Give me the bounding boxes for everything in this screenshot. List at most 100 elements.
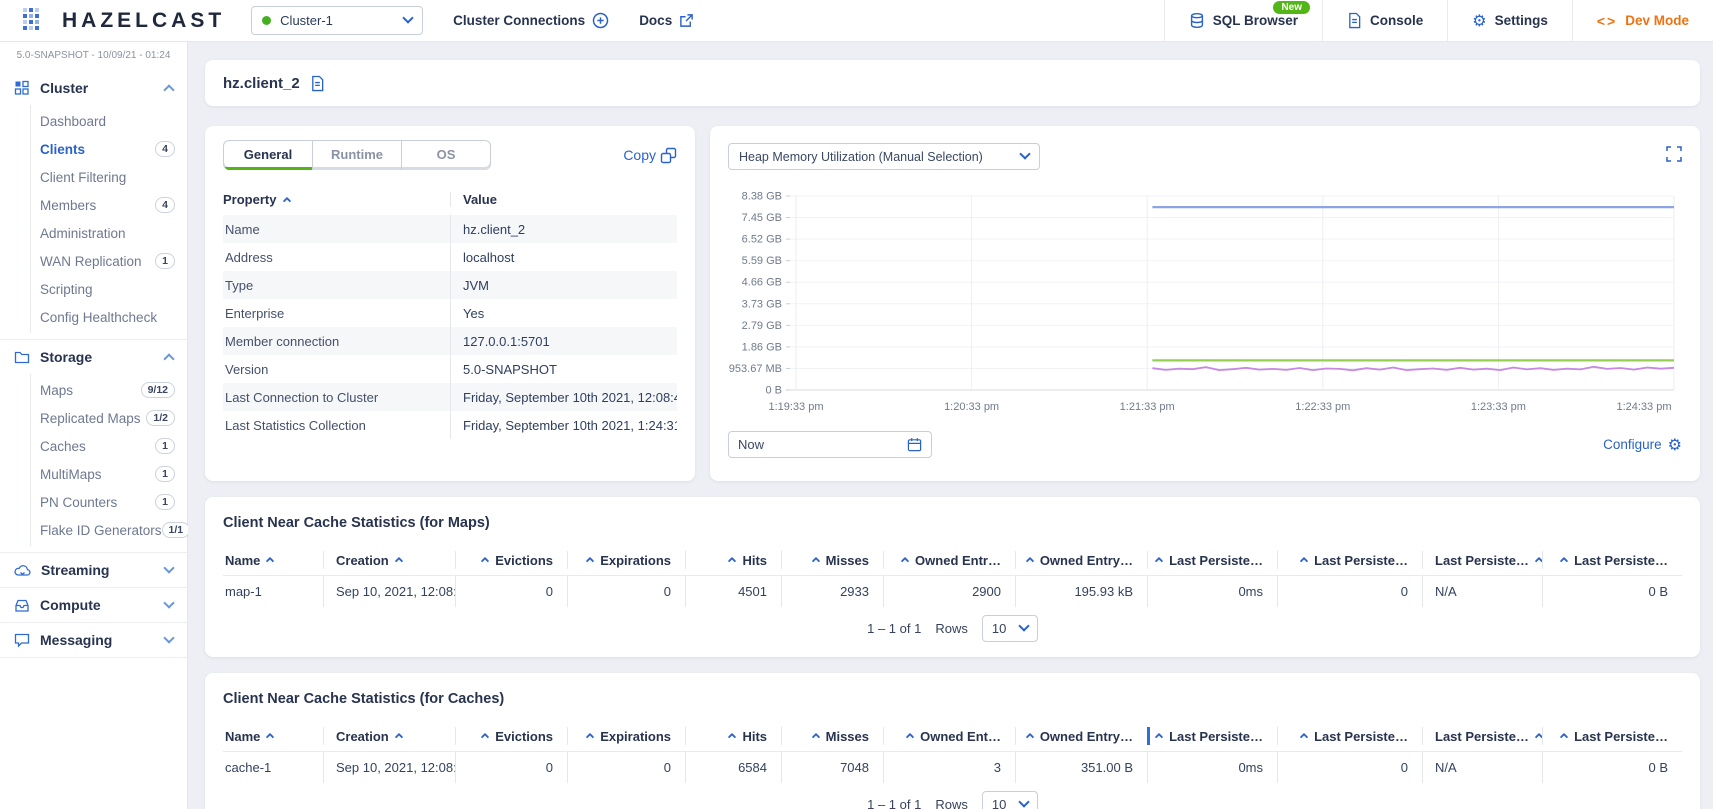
svg-text:0 B: 0 B bbox=[765, 385, 782, 397]
count-badge: 4 bbox=[155, 141, 175, 157]
rows-per-page-select[interactable]: 10 bbox=[982, 791, 1038, 809]
sidebar-item-client-filtering[interactable]: Client Filtering bbox=[31, 163, 187, 191]
chevron-down-icon bbox=[163, 562, 174, 573]
cluster-select-dropdown[interactable]: Cluster-1 bbox=[251, 6, 423, 35]
sidebar-section-streaming-header[interactable]: Streaming bbox=[0, 553, 187, 587]
column-header-last-persistence-1[interactable]: Last Persiste… bbox=[1147, 551, 1277, 569]
sidebar-section-messaging-header[interactable]: Messaging bbox=[0, 623, 187, 657]
sort-asc-icon bbox=[728, 733, 736, 741]
copy-button[interactable]: Copy bbox=[623, 147, 677, 164]
configure-button[interactable]: Configure ⚙ bbox=[1603, 437, 1682, 453]
sidebar-item-administration[interactable]: Administration bbox=[31, 219, 187, 247]
column-header-creation[interactable]: Creation bbox=[323, 551, 455, 569]
topbar-actions: New SQL Browser Console ⚙ Settings <> De… bbox=[1164, 0, 1713, 41]
column-header-last-persistence-2[interactable]: Last Persiste… bbox=[1277, 727, 1422, 745]
column-header-name[interactable]: Name bbox=[223, 727, 323, 745]
sort-asc-icon bbox=[283, 196, 291, 204]
sort-asc-icon bbox=[1155, 733, 1163, 741]
folder-icon bbox=[14, 349, 30, 365]
plus-circle-icon bbox=[592, 12, 609, 29]
dev-mode-button[interactable]: <> Dev Mode bbox=[1572, 0, 1713, 41]
table-row[interactable]: cache-1 Sep 10, 2021, 12:08:46 0 0 6584 … bbox=[223, 751, 1682, 783]
pagination-range: 1 – 1 of 1 bbox=[867, 621, 921, 636]
column-header-last-persistence-1[interactable]: Last Persiste… bbox=[1147, 727, 1277, 745]
sort-asc-icon bbox=[906, 733, 914, 741]
section-label: Cluster bbox=[40, 80, 155, 96]
column-header-owned-entry-count[interactable]: Owned Entr… bbox=[883, 551, 1015, 569]
sidebar-section-cluster-header[interactable]: Cluster bbox=[0, 71, 187, 105]
column-header-creation[interactable]: Creation bbox=[323, 727, 455, 745]
near-cache-maps-panel: Client Near Cache Statistics (for Maps) … bbox=[205, 497, 1700, 657]
column-header-property[interactable]: Property bbox=[223, 192, 450, 207]
column-header-name[interactable]: Name bbox=[223, 551, 323, 569]
sidebar-item-members[interactable]: Members4 bbox=[31, 191, 187, 219]
sort-asc-icon bbox=[481, 557, 489, 565]
metric-select-dropdown[interactable]: Heap Memory Utilization (Manual Selectio… bbox=[728, 143, 1040, 170]
column-header-evictions[interactable]: Evictions bbox=[455, 551, 567, 569]
column-header-last-persistence-3[interactable]: Last Persiste… bbox=[1422, 727, 1542, 745]
metric-select-value: Heap Memory Utilization (Manual Selectio… bbox=[739, 150, 1021, 164]
chevron-down-icon bbox=[1018, 796, 1029, 807]
sidebar-item-flake-id-generators[interactable]: Flake ID Generators1/1 bbox=[31, 516, 187, 544]
sort-asc-icon bbox=[266, 733, 274, 741]
table-row: Last Connection to ClusterFriday, Septem… bbox=[223, 383, 677, 411]
sidebar-item-wan-replication[interactable]: WAN Replication1 bbox=[31, 247, 187, 275]
settings-button[interactable]: ⚙ Settings bbox=[1447, 0, 1572, 41]
svg-text:2.79 GB: 2.79 GB bbox=[742, 320, 782, 332]
page-title-panel: hz.client_2 bbox=[205, 60, 1700, 106]
table-row: Addresslocalhost bbox=[223, 243, 677, 271]
hazelcast-logo: HAZELCAST bbox=[0, 0, 251, 41]
docs-link[interactable]: Docs bbox=[639, 0, 694, 41]
sidebar-item-replicated-maps[interactable]: Replicated Maps1/2 bbox=[31, 404, 187, 432]
rows-per-page-select[interactable]: 10 bbox=[982, 615, 1038, 642]
count-badge: 1/2 bbox=[146, 410, 175, 426]
sidebar-item-pn-counters[interactable]: PN Counters1 bbox=[31, 488, 187, 516]
table-header-row: Name Creation Evictions Expirations Hits… bbox=[223, 545, 1682, 575]
column-header-last-persistence-4[interactable]: Last Persiste… bbox=[1542, 727, 1682, 745]
column-header-misses[interactable]: Misses bbox=[781, 727, 883, 745]
time-range-input[interactable]: Now bbox=[728, 431, 932, 458]
column-header-owned-entry-memory[interactable]: Owned Entry… bbox=[1015, 727, 1147, 745]
sort-asc-icon bbox=[1026, 557, 1034, 565]
column-header-last-persistence-2[interactable]: Last Persiste… bbox=[1277, 551, 1422, 569]
column-header-last-persistence-3[interactable]: Last Persiste… bbox=[1422, 551, 1542, 569]
chevron-up-icon bbox=[163, 353, 174, 364]
panel-title: Client Near Cache Statistics (for Maps) bbox=[223, 511, 1682, 531]
sidebar-item-maps[interactable]: Maps9/12 bbox=[31, 376, 187, 404]
code-brackets-icon: <> bbox=[1597, 13, 1617, 29]
column-header-hits[interactable]: Hits bbox=[685, 727, 781, 745]
heap-chart-panel: Heap Memory Utilization (Manual Selectio… bbox=[710, 126, 1700, 481]
sidebar-item-scripting[interactable]: Scripting bbox=[31, 275, 187, 303]
sidebar-item-caches[interactable]: Caches1 bbox=[31, 432, 187, 460]
console-button[interactable]: Console bbox=[1322, 0, 1447, 41]
column-header-expirations[interactable]: Expirations bbox=[567, 551, 685, 569]
sidebar-item-multimaps[interactable]: MultiMaps1 bbox=[31, 460, 187, 488]
sidebar-item-clients[interactable]: Clients4 bbox=[31, 135, 187, 163]
sql-browser-button[interactable]: New SQL Browser bbox=[1164, 0, 1322, 41]
fullscreen-button[interactable] bbox=[1666, 146, 1682, 162]
column-header-evictions[interactable]: Evictions bbox=[455, 727, 567, 745]
sidebar: 5.0-SNAPSHOT - 10/09/21 - 01:24 Cluster … bbox=[0, 42, 188, 809]
tab-runtime[interactable]: Runtime bbox=[312, 141, 401, 170]
pagination-range: 1 – 1 of 1 bbox=[867, 797, 921, 809]
tab-os[interactable]: OS bbox=[401, 141, 490, 170]
sql-browser-label: SQL Browser bbox=[1213, 13, 1298, 28]
column-header-last-persistence-4[interactable]: Last Persiste… bbox=[1542, 551, 1682, 569]
sidebar-section-storage-header[interactable]: Storage bbox=[0, 340, 187, 374]
column-header-expirations[interactable]: Expirations bbox=[567, 727, 685, 745]
sidebar-item-config-healthcheck[interactable]: Config Healthcheck bbox=[31, 303, 187, 331]
cluster-connections-button[interactable]: Cluster Connections bbox=[453, 0, 609, 41]
table-row[interactable]: map-1 Sep 10, 2021, 12:08:46 0 0 4501 29… bbox=[223, 575, 1682, 607]
sidebar-item-dashboard[interactable]: Dashboard bbox=[31, 107, 187, 135]
sidebar-section-compute-header[interactable]: Compute bbox=[0, 588, 187, 622]
tab-general[interactable]: General bbox=[224, 141, 312, 170]
column-header-misses[interactable]: Misses bbox=[781, 551, 883, 569]
sort-asc-icon bbox=[811, 557, 819, 565]
copy-name-icon[interactable] bbox=[310, 75, 325, 92]
chevron-up-icon bbox=[163, 84, 174, 95]
copy-label: Copy bbox=[623, 147, 656, 163]
column-header-hits[interactable]: Hits bbox=[685, 551, 781, 569]
column-header-owned-entry-count[interactable]: Owned Ent… bbox=[883, 727, 1015, 745]
column-header-owned-entry-memory[interactable]: Owned Entry… bbox=[1015, 551, 1147, 569]
svg-text:4.66 GB: 4.66 GB bbox=[742, 277, 782, 289]
